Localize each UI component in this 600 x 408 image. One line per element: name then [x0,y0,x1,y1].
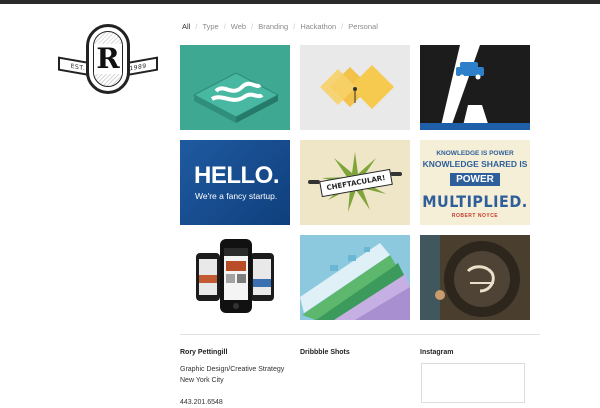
filter-web[interactable]: Web [231,22,246,31]
logo-letter: R [94,42,122,75]
hello-title: HELLO. [194,162,280,189]
knowledge-line-4: MULTIPLIED. [422,192,528,211]
knowledge-attribution: ROBERT NOYCE [451,213,499,219]
portfolio-tile-teal-isometric[interactable] [180,45,290,130]
filter-branding[interactable]: Branding [258,22,288,31]
hello-subtitle: We're a fancy startup. [195,191,278,201]
portfolio-tile-cheftacular[interactable]: CHEFTACULAR! [300,140,410,225]
portfolio-tile-hello[interactable]: HELLO. We're a fancy startup. [180,140,290,225]
knowledge-line-3: POWER [420,173,530,186]
portfolio-tile-black-a[interactable] [420,45,530,130]
contact-column: Rory Pettingill Graphic Design/Creative … [180,349,290,408]
portfolio-tile-cards[interactable] [300,235,410,320]
instagram-heading: Instagram [420,349,454,356]
contact-city: New York City [180,377,224,384]
portfolio-tile-phones[interactable] [180,235,290,320]
brew-artwork [420,235,530,320]
phones-artwork [196,239,274,313]
filter-all[interactable]: All [182,22,190,31]
knowledge-line-1: KNOWLEDGE IS POWER [436,150,514,157]
cards-artwork [300,235,410,320]
knowledge-line-2: KNOWLEDGE SHARED IS [422,159,528,169]
contact-role: Graphic Design/Creative Strategy [180,366,285,373]
dribbble-heading: Dribbble Shots [300,349,350,356]
footer-divider [180,334,540,335]
filter-personal[interactable]: Personal [348,22,378,31]
instagram-column: Instagram [420,349,530,364]
top-bar [0,0,600,4]
dribbble-column: Dribbble Shots [300,349,410,364]
filter-nav: All / Type / Web / Branding / Hackathon / Personal [182,22,378,31]
filter-type[interactable]: Type [202,22,218,31]
contact-name: Rory Pettingill [180,349,228,356]
portfolio-tile-yellow-diamonds[interactable] [300,45,410,130]
site-logo[interactable]: EST. 1989 R [56,22,160,98]
portfolio-tile-brew[interactable] [420,235,530,320]
diamond-artwork [320,65,394,109]
instagram-feed-box[interactable] [421,363,525,403]
letter-a-artwork [420,45,530,130]
portfolio-tile-knowledge[interactable]: KNOWLEDGE IS POWER KNOWLEDGE SHARED IS P… [420,140,530,225]
contact-phone[interactable]: 443.201.6548 [180,397,290,408]
isometric-artwork [192,72,280,123]
filter-hackathon[interactable]: Hackathon [300,22,336,31]
logo-badge: R [86,24,130,94]
